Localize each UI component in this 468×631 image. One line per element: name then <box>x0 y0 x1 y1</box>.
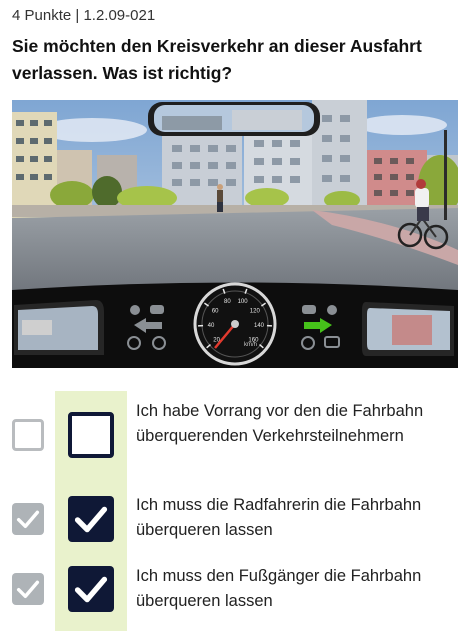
solution-checkbox-2 <box>12 503 44 535</box>
answer-checkbox-3[interactable] <box>68 566 114 612</box>
speed-tick-label: 100 <box>238 299 249 305</box>
answer-checkbox-1[interactable] <box>68 412 114 458</box>
svg-text:km/h: km/h <box>244 342 257 348</box>
speed-tick-label: 40 <box>208 323 215 329</box>
answer-list: Ich habe Vorrang vor den die Fahrbahn üb… <box>0 386 468 631</box>
solution-checkbox-1 <box>12 419 44 451</box>
checkmark-icon <box>74 506 108 533</box>
traffic-scene-image: 20 40 60 80 100 120 140 160 km/h <box>12 100 458 368</box>
question-meta: 4 Punkte | 1.2.09-021 <box>12 7 156 24</box>
answer-text-2: Ich muss die Radfahrerin die Fahrbahn üb… <box>136 496 422 539</box>
solution-checkbox-3 <box>12 573 44 605</box>
checkmark-icon <box>74 576 108 603</box>
speed-tick-label: 120 <box>250 309 261 315</box>
speed-tick-label: 60 <box>212 309 219 315</box>
answer-checkbox-2[interactable] <box>68 496 114 542</box>
speed-tick-label: 80 <box>224 299 231 305</box>
checkmark-icon <box>16 510 40 529</box>
speed-tick-label: 140 <box>254 323 265 329</box>
question-text: Sie möchten den Kreisverkehr an dieser A… <box>12 36 422 83</box>
checkmark-icon <box>16 580 40 599</box>
answer-text-3: Ich muss den Fußgänger die Fahrbahn über… <box>136 567 422 610</box>
answer-text-1: Ich habe Vorrang vor den die Fahrbahn üb… <box>136 402 424 445</box>
